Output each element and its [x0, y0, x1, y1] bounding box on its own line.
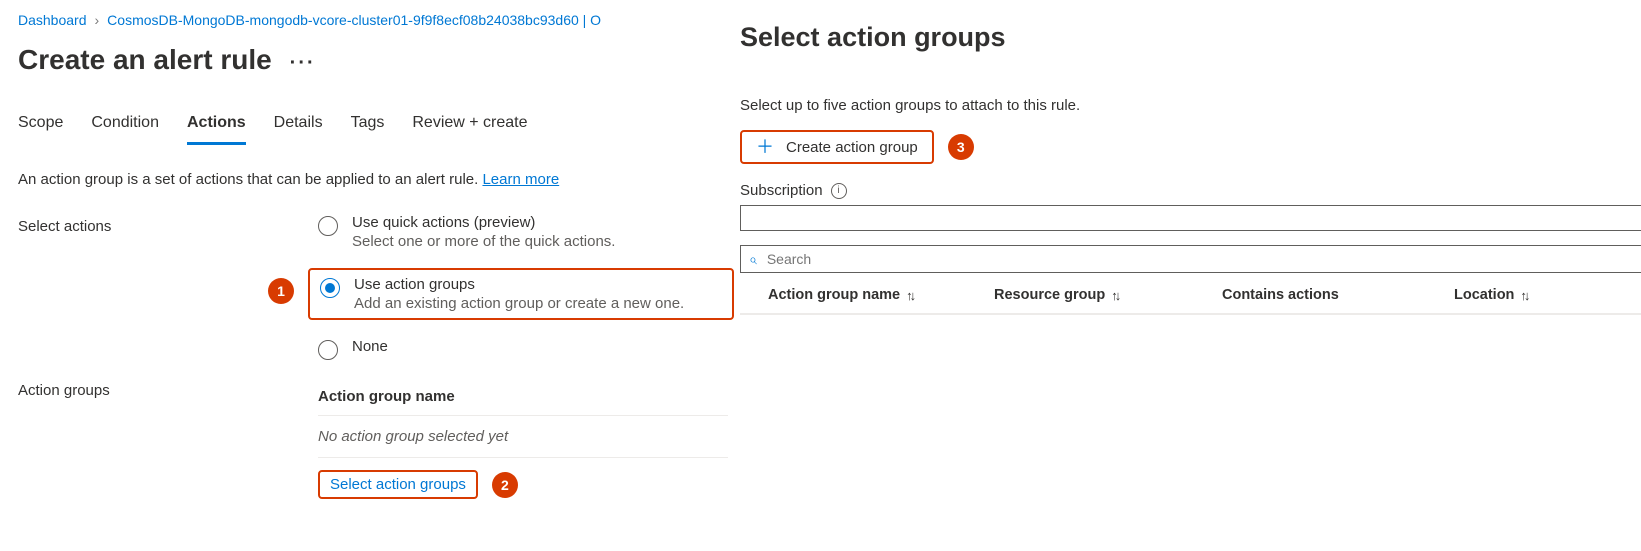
- select-action-groups-button[interactable]: Select action groups: [318, 470, 478, 499]
- select-actions-label: Select actions: [18, 214, 318, 235]
- radio-quick-label: Use quick actions (preview): [352, 214, 615, 231]
- table-header: Action group name ↑↓ Resource group ↑↓ C…: [740, 273, 1641, 315]
- tab-review[interactable]: Review + create: [412, 110, 527, 145]
- tab-details[interactable]: Details: [274, 110, 323, 145]
- more-button[interactable]: ···: [290, 52, 316, 75]
- radio-none[interactable]: None: [318, 338, 728, 360]
- breadcrumb-resource[interactable]: CosmosDB-MongoDB-mongodb-vcore-cluster01…: [107, 12, 601, 28]
- select-action-groups-link[interactable]: Select action groups: [330, 476, 466, 493]
- callout-badge-3: 3: [948, 134, 974, 160]
- search-input[interactable]: [765, 250, 1633, 268]
- create-action-group-button[interactable]: ＋ Create action group: [740, 130, 934, 164]
- tab-scope[interactable]: Scope: [18, 110, 63, 145]
- create-action-group-label: Create action group: [786, 139, 918, 156]
- search-box[interactable]: ⌕: [740, 245, 1641, 273]
- chevron-right-icon: ›: [95, 12, 100, 28]
- radio-icon: [318, 216, 338, 236]
- callout-badge-2: 2: [492, 472, 518, 498]
- tab-actions[interactable]: Actions: [187, 110, 246, 145]
- actions-description: An action group is a set of actions that…: [18, 171, 720, 188]
- sort-icon: ↑↓: [1520, 288, 1527, 303]
- tabs: Scope Condition Actions Details Tags Rev…: [18, 110, 720, 145]
- col-resource-group[interactable]: Resource group ↑↓: [994, 287, 1222, 303]
- col-contains-actions[interactable]: Contains actions: [1222, 287, 1454, 303]
- info-icon[interactable]: i: [831, 183, 847, 199]
- radio-groups-label: Use action groups: [354, 276, 684, 293]
- action-group-empty: No action group selected yet: [318, 416, 728, 458]
- radio-quick-actions[interactable]: Use quick actions (preview) Select one o…: [318, 214, 728, 250]
- breadcrumb: Dashboard › CosmosDB-MongoDB-mongodb-vco…: [18, 12, 720, 28]
- action-group-name-header: Action group name: [318, 388, 728, 416]
- plus-icon: ＋: [756, 138, 774, 156]
- panel-subtitle: Select up to five action groups to attac…: [740, 97, 1641, 114]
- tab-tags[interactable]: Tags: [351, 110, 385, 145]
- radio-icon: [320, 278, 340, 298]
- search-icon: ⌕: [749, 251, 757, 268]
- sort-icon: ↑↓: [906, 288, 913, 303]
- tab-condition[interactable]: Condition: [91, 110, 159, 145]
- page-title: Create an alert rule: [18, 44, 272, 76]
- col-location[interactable]: Location ↑↓: [1454, 287, 1614, 303]
- breadcrumb-home[interactable]: Dashboard: [18, 12, 87, 28]
- col-action-group-name[interactable]: Action group name ↑↓: [768, 287, 994, 303]
- learn-more-link[interactable]: Learn more: [482, 171, 559, 188]
- panel-title: Select action groups: [740, 22, 1641, 53]
- radio-none-label: None: [352, 338, 388, 355]
- radio-quick-sub: Select one or more of the quick actions.: [352, 233, 615, 250]
- subscription-dropdown[interactable]: [740, 205, 1641, 231]
- subscription-label: Subscription i: [740, 182, 847, 199]
- callout-badge-1: 1: [268, 278, 294, 304]
- radio-icon: [318, 340, 338, 360]
- radio-action-groups[interactable]: Use action groups Add an existing action…: [308, 268, 734, 320]
- radio-groups-sub: Add an existing action group or create a…: [354, 295, 684, 312]
- action-groups-label: Action groups: [18, 378, 318, 399]
- sort-icon: ↑↓: [1111, 288, 1118, 303]
